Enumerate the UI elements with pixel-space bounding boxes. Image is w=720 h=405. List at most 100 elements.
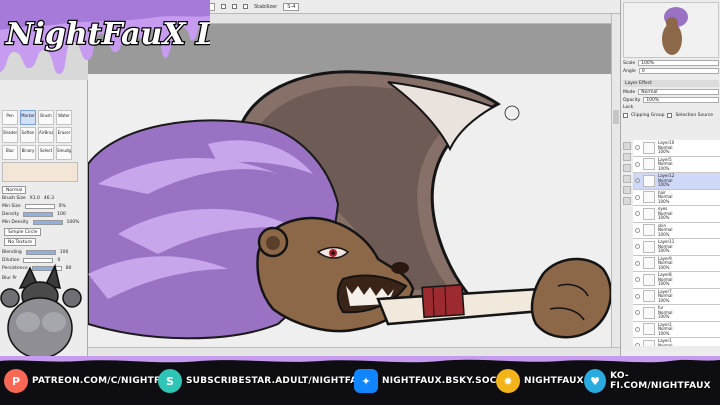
delete-layer-icon[interactable] xyxy=(623,197,631,205)
min-density-value: 100% xyxy=(66,220,80,225)
toolbar-checkbox-4[interactable] xyxy=(243,4,248,9)
min-size-label: Min Size xyxy=(2,204,21,209)
clear-layer-icon[interactable] xyxy=(623,186,631,194)
min-size-value: 0% xyxy=(58,204,66,209)
layer-opacity: 100% xyxy=(658,198,670,204)
tool-airbrush-button[interactable]: AirBrush xyxy=(38,127,54,143)
layer-row[interactable]: hair Normal 100% xyxy=(633,189,720,206)
copy-layer-icon[interactable] xyxy=(623,164,631,172)
layer-row[interactable]: Layer5 Normal 100% xyxy=(633,156,720,173)
layer-row[interactable]: Layer1Normal100% xyxy=(633,338,720,346)
clipping-checkbox[interactable] xyxy=(623,113,628,118)
lock-row: Lock xyxy=(623,105,719,110)
toolbar-checkbox-3[interactable] xyxy=(232,4,237,9)
layer-visibility-icon[interactable] xyxy=(635,293,640,299)
layer-info: Layer9 Normal 100% xyxy=(658,256,672,271)
selection-source-label: Selection Source xyxy=(675,113,714,118)
layer-tool-strip xyxy=(623,140,632,346)
layer-visibility-icon[interactable] xyxy=(635,227,640,233)
layer-row[interactable]: Layer9 Normal 100% xyxy=(633,255,720,272)
layer-visibility-icon[interactable] xyxy=(635,343,640,346)
tool-pen-button[interactable]: Pen xyxy=(2,110,18,126)
canvas-vertical-scrollbar[interactable] xyxy=(611,14,620,347)
layer-info: Layer12 Normal 100% xyxy=(658,173,674,188)
layer-visibility-icon[interactable] xyxy=(635,244,640,250)
blend-mode-select[interactable]: Normal xyxy=(2,186,27,194)
circle-shape-select[interactable]: Simple Circle xyxy=(4,228,42,236)
scale-label: Scale xyxy=(623,60,636,66)
layer-row[interactable]: Layer10 Normal 100% xyxy=(633,140,720,157)
layer-row[interactable]: Layer2 Normal 100% xyxy=(633,321,720,338)
scale-value[interactable]: 100% xyxy=(638,60,719,66)
layer-opacity: 100% xyxy=(658,215,670,220)
layer-row[interactable]: fur Normal 100% xyxy=(633,305,720,322)
mode-label: Mode xyxy=(623,89,636,95)
min-size-row: Min Size 0% xyxy=(2,204,66,209)
brush-size-label: Brush Size xyxy=(2,196,26,201)
density-slider[interactable] xyxy=(23,212,54,217)
layer-visibility-icon[interactable] xyxy=(635,277,640,283)
mascot-character-icon xyxy=(0,263,82,358)
tool-water-button[interactable]: Water xyxy=(56,110,72,126)
min-density-row: Min Density 100% xyxy=(2,220,79,225)
mode-select[interactable]: Normal xyxy=(638,89,719,95)
layer-visibility-icon[interactable] xyxy=(635,260,640,266)
top-toolbar: Stabilizer S-4 xyxy=(150,0,620,14)
blending-slider[interactable] xyxy=(25,250,56,255)
merge-down-icon[interactable] xyxy=(623,175,631,183)
tool-blur-button[interactable]: Blur xyxy=(2,144,18,160)
layer-row[interactable]: skin Normal 100% xyxy=(633,222,720,239)
layer-row[interactable]: eyes Normal 100% xyxy=(633,206,720,223)
layer-visibility-icon[interactable] xyxy=(635,211,640,217)
texture-select[interactable]: No Texture xyxy=(4,238,37,246)
layer-mode: Normal xyxy=(658,342,673,346)
layer-visibility-icon[interactable] xyxy=(635,310,640,316)
layer-row[interactable]: Layer7 Normal 100% xyxy=(633,288,720,305)
subscribestar-text: SUBSCRIBESTAR.ADULT/NIGHTFAUX xyxy=(186,376,372,386)
bluesky-link[interactable]: ✦ NIGHTFAUX.BSKY.SOCIAL xyxy=(354,369,513,393)
scrollbar-thumb[interactable] xyxy=(613,110,619,124)
patreon-link[interactable]: P PATREON.COM/C/NIGHTFAUX xyxy=(4,369,181,393)
density-value: 100 xyxy=(57,212,66,217)
layer-info: Layer7 Normal 100% xyxy=(658,289,672,304)
tool-binary-button[interactable]: Binary xyxy=(20,144,36,160)
opacity-slider[interactable]: 100% xyxy=(643,97,719,103)
tool-marker-button[interactable]: Marker xyxy=(20,110,36,126)
tool-brush-button[interactable]: Brush xyxy=(38,110,54,126)
min-size-slider[interactable] xyxy=(24,204,55,209)
brush-size-multiplier[interactable]: X1.0 xyxy=(30,196,40,201)
tool-soften-button[interactable]: Soften xyxy=(20,127,36,143)
toolbar-checkbox-2[interactable] xyxy=(221,4,226,9)
angle-value[interactable]: 0 xyxy=(638,68,719,74)
layer-opacity: 100% xyxy=(658,248,670,253)
layer-row[interactable]: Layer8 Normal 100% xyxy=(633,272,720,289)
paw-link[interactable]: ✸ NIGHTFAUX xyxy=(496,369,584,393)
color-swatch[interactable] xyxy=(2,162,78,182)
layer-visibility-icon[interactable] xyxy=(635,178,640,184)
layer-visibility-icon[interactable] xyxy=(635,326,640,332)
layer-visibility-icon[interactable] xyxy=(635,194,640,200)
kofi-link[interactable]: ♥ KO-FI.COM/NIGHTFAUX xyxy=(584,369,720,393)
tool-smudge-button[interactable]: Smudge xyxy=(56,144,72,160)
layer-row[interactable]: Layer11 Normal 100% xyxy=(633,239,720,256)
min-density-slider[interactable] xyxy=(32,220,63,225)
layer-visibility-icon[interactable] xyxy=(635,145,640,151)
app-window: Stabilizer S-4 Pen Marker Brush Water Sh… xyxy=(0,0,720,405)
new-layer-icon[interactable] xyxy=(623,142,631,150)
layer-row[interactable]: Layer12 Normal 100% xyxy=(633,173,720,190)
mode-row: Mode Normal xyxy=(623,89,719,95)
paw-star-icon: ✸ xyxy=(496,369,520,393)
tool-eraser-button[interactable]: Eraser xyxy=(56,127,72,143)
layer-effect-title: Layer Effect xyxy=(623,80,719,87)
tool-shader-button[interactable]: Shader xyxy=(2,127,18,143)
navigator-preview[interactable] xyxy=(623,2,719,58)
layer-info: Layer8 Normal 100% xyxy=(658,272,672,287)
brush-size-value[interactable]: 46.3 xyxy=(44,196,54,201)
brush-size-row: Brush Size X1.0 46.3 xyxy=(2,196,54,201)
layer-visibility-icon[interactable] xyxy=(635,161,640,167)
tool-select-button[interactable]: Select xyxy=(38,144,54,160)
subscribestar-link[interactable]: S SUBSCRIBESTAR.ADULT/NIGHTFAUX xyxy=(158,369,372,393)
selection-source-checkbox[interactable] xyxy=(667,113,673,118)
stabilizer-select[interactable]: S-4 xyxy=(283,2,300,11)
new-folder-icon[interactable] xyxy=(623,153,631,161)
